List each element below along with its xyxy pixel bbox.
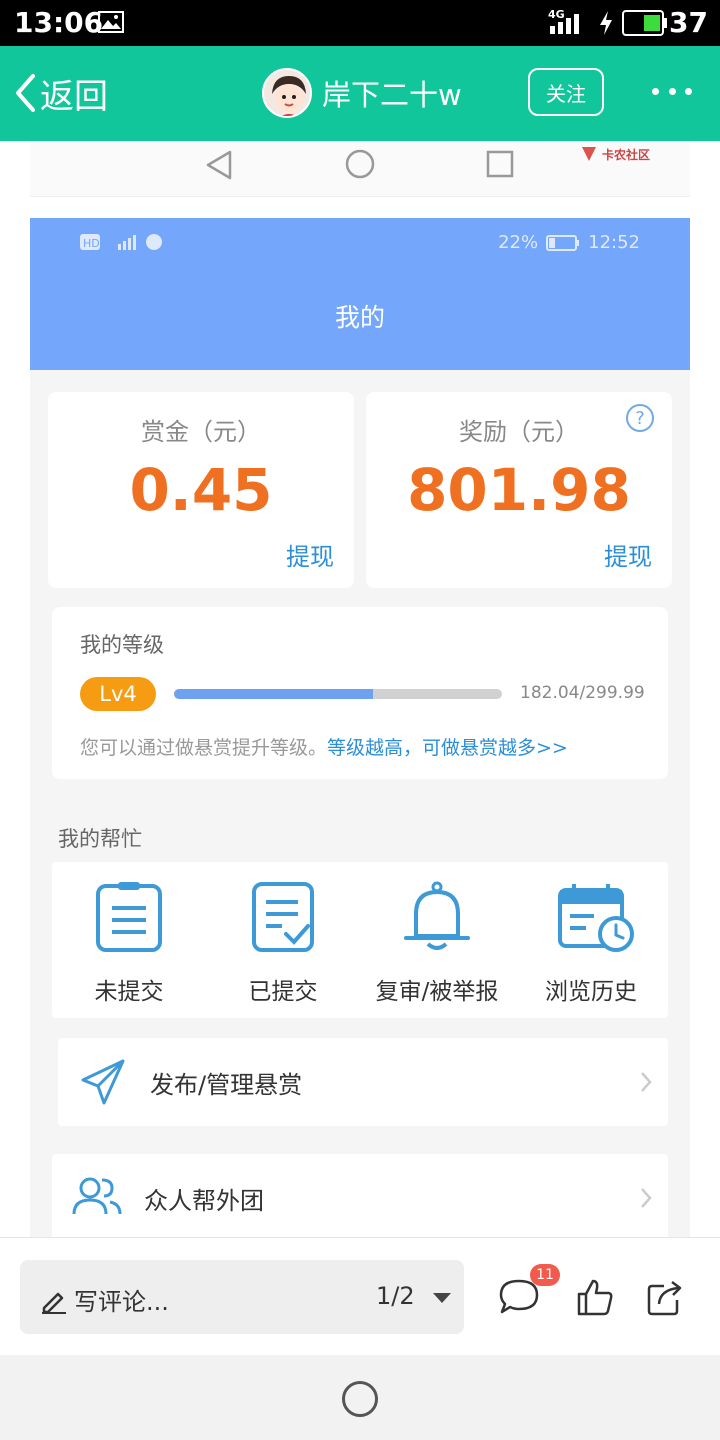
dropdown-arrow-icon[interactable] <box>432 1292 452 1304</box>
page-indicator[interactable]: 1/2 <box>376 1282 415 1310</box>
row-label: 众人帮外团 <box>144 1187 264 1215</box>
bounty-label: 赏金（元） <box>141 418 261 446</box>
level-hint: 您可以通过做悬赏提升等级。等级越高，可做悬赏越多>> <box>80 733 568 760</box>
level-progress-text: 182.04/299.99 <box>520 683 645 703</box>
watermark-text: 卡农社区 <box>602 147 651 162</box>
grid-item-unsubmitted[interactable]: 未提交 <box>52 862 206 1018</box>
clipboard-icon <box>96 882 162 952</box>
home-button[interactable] <box>342 1381 378 1417</box>
battery-icon <box>622 10 668 40</box>
username: 岸下二十w <box>322 78 462 112</box>
user-profile[interactable]: 岸下二十w <box>262 68 462 118</box>
image-notification-icon <box>98 11 124 37</box>
grid-item-label: 未提交 <box>94 979 164 1005</box>
bounty-withdraw-link[interactable]: 提现 <box>286 537 334 572</box>
bounty-value: 0.45 <box>129 456 273 524</box>
bottom-action-bar: 写评论... 1/2 11 <box>0 1237 720 1355</box>
thumbs-up-icon[interactable] <box>576 1278 614 1316</box>
bounty-card: 赏金（元） 0.45 提现 <box>48 392 354 588</box>
level-hint-text: 您可以通过做悬赏提升等级。 <box>80 737 328 759</box>
triangle-back-icon <box>206 150 232 180</box>
comment-input[interactable]: 写评论... 1/2 <box>20 1260 464 1334</box>
grid-item-label: 已提交 <box>248 979 318 1005</box>
status-bar: 13:06 4G 37 <box>0 0 720 46</box>
grid-item-review[interactable]: 复审/被举报 <box>360 862 514 1018</box>
app-header: 返回 岸下二十w 关注 <box>0 46 720 141</box>
grid-item-label: 浏览历史 <box>545 979 637 1005</box>
pencil-icon <box>42 1292 66 1314</box>
embedded-nav-strip: 卡农社区 <box>30 141 690 197</box>
watermark-logo: 卡农社区 <box>580 145 650 163</box>
my-help-title: 我的帮忙 <box>58 827 142 851</box>
calendar-clock-icon <box>558 884 634 952</box>
level-title: 我的等级 <box>80 633 164 657</box>
level-badge: Lv4 <box>80 677 156 711</box>
level-card: 我的等级 Lv4 182.04/299.99 您可以通过做悬赏提升等级。等级越高… <box>52 607 668 779</box>
embedded-battery-icon <box>546 234 580 251</box>
embedded-time: 12:52 <box>588 232 640 253</box>
reward-value: 801.98 <box>407 456 631 524</box>
grid-item-history[interactable]: 浏览历史 <box>514 862 668 1018</box>
paper-plane-icon <box>81 1059 125 1105</box>
embedded-header: HD 22% 12:52 我的 <box>30 218 690 370</box>
embedded-page-title: 我的 <box>334 303 385 332</box>
status-time: 13:06 <box>14 6 104 39</box>
grid-item-submitted[interactable]: 已提交 <box>206 862 360 1018</box>
charging-icon <box>598 10 614 40</box>
document-check-icon <box>252 882 314 952</box>
avatar[interactable] <box>262 68 312 118</box>
row-label: 发布/管理悬赏 <box>150 1071 303 1099</box>
back-label: 返回 <box>40 76 108 117</box>
battery-percent: 37 <box>669 6 708 39</box>
share-icon[interactable] <box>646 1278 684 1316</box>
comment-placeholder: 写评论... <box>74 1288 169 1316</box>
reward-withdraw-link[interactable]: 提现 <box>604 537 652 572</box>
follow-button[interactable]: 关注 <box>528 68 604 116</box>
circle-home-icon <box>345 149 375 179</box>
hd-signal-icon: HD <box>80 234 162 250</box>
reward-card: ? 奖励（元） 801.98 提现 <box>366 392 672 588</box>
level-progress-bar <box>174 689 502 699</box>
system-nav-bar <box>0 1355 720 1440</box>
back-button[interactable]: 返回 <box>14 70 108 117</box>
team-row[interactable]: 众人帮外团 <box>52 1154 668 1237</box>
level-hint-link[interactable]: 等级越高，可做悬赏越多>> <box>327 737 568 759</box>
publish-manage-bounty-row[interactable]: 发布/管理悬赏 <box>58 1038 668 1126</box>
chevron-left-icon <box>16 74 35 112</box>
embedded-screenshot: HD 22% 12:52 我的 赏金（元） 0.45 提现 ? 奖励（元） 80… <box>30 218 690 1237</box>
users-icon <box>72 1177 122 1215</box>
chevron-right-icon <box>641 1188 652 1208</box>
bell-icon <box>404 881 470 950</box>
watermark-icon <box>582 147 596 161</box>
more-options-icon[interactable] <box>652 76 692 106</box>
embedded-battery-percent: 22% <box>498 232 539 253</box>
comment-count-badge: 11 <box>530 1264 560 1286</box>
grid-item-label: 复审/被举报 <box>375 979 499 1005</box>
reward-label: 奖励（元） <box>459 418 579 446</box>
my-help-grid: 未提交 已提交 复审/被举报 浏览历史 <box>52 862 668 1018</box>
svg-text:HD: HD <box>83 237 100 250</box>
signal-icon <box>548 12 584 38</box>
square-recents-icon <box>486 150 514 178</box>
post-content[interactable]: 卡农社区 HD 22% 12:52 我的 赏金（元） 0.45 提现 ? 奖励（… <box>0 141 720 1237</box>
level-progress-fill <box>174 689 374 699</box>
embedded-status-right: 22% 12:52 <box>498 232 640 253</box>
chevron-right-icon <box>641 1072 652 1092</box>
